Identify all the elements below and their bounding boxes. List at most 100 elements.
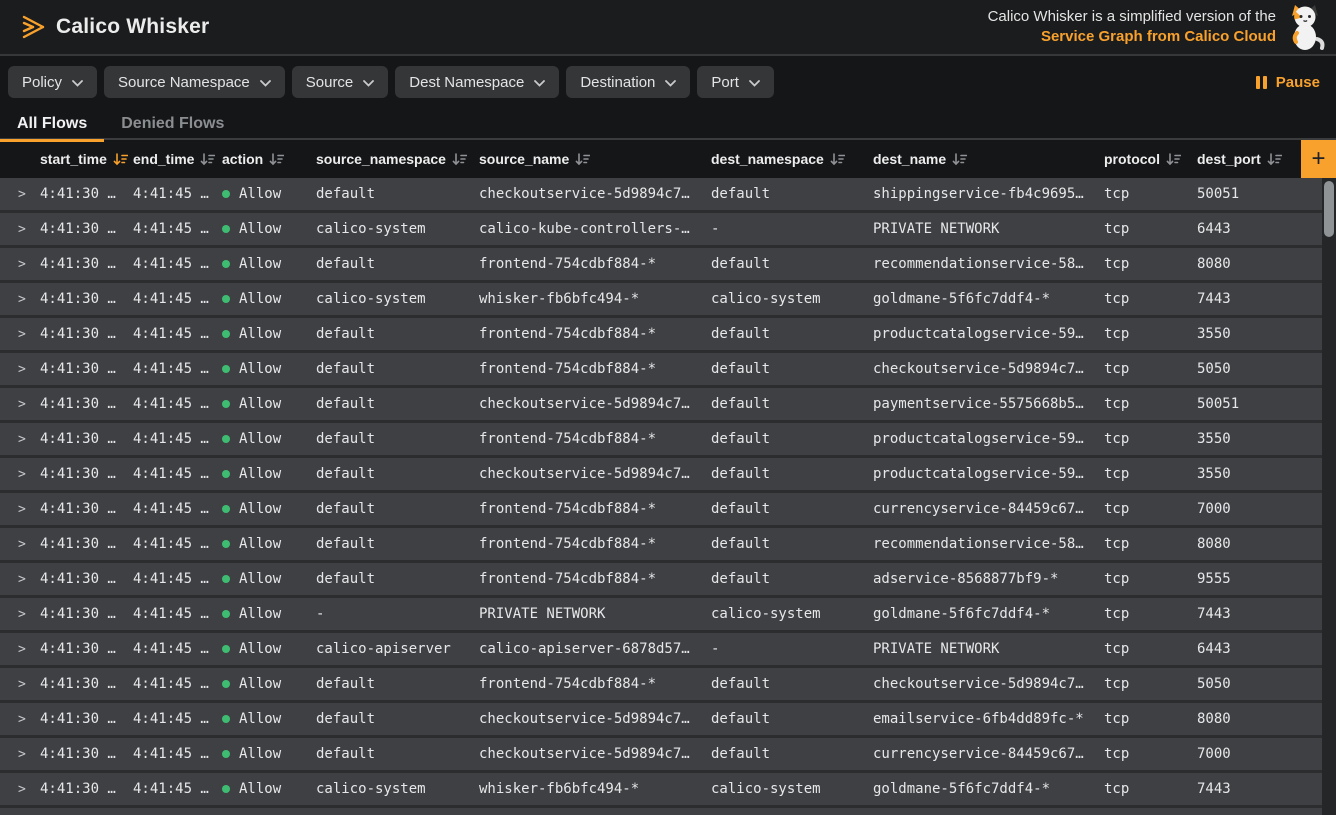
- cell-start-time: 4:41:30 …: [40, 326, 133, 342]
- cell-source-namespace: default: [316, 186, 479, 202]
- vertical-scrollbar[interactable]: [1322, 178, 1336, 815]
- flow-row[interactable]: > 4:41:30 … 4:41:45 … Allow - PRIVATE NE…: [0, 598, 1322, 633]
- row-expand-chevron[interactable]: >: [18, 782, 26, 797]
- flow-row[interactable]: > 4:41:30 … 4:41:45 … Allow calico-apise…: [0, 633, 1322, 668]
- flow-row[interactable]: > 4:41:30 … 4:41:45 … Allow calico-syste…: [0, 213, 1322, 248]
- flow-row[interactable]: > 4:41:30 … 4:41:45 … Allow default fron…: [0, 668, 1322, 703]
- row-expand-chevron[interactable]: >: [18, 502, 26, 517]
- flow-row[interactable]: > 4:41:30 … 4:41:45 … Allow default fron…: [0, 248, 1322, 283]
- column-header[interactable]: end_time: [133, 151, 222, 167]
- column-header[interactable]: dest_name: [873, 151, 1104, 167]
- row-expand-chevron[interactable]: >: [18, 292, 26, 307]
- filter-button-label: Dest Namespace: [409, 74, 524, 91]
- column-header[interactable]: action: [222, 151, 316, 167]
- column-header[interactable]: dest_port: [1197, 151, 1301, 167]
- brand: Calico Whisker: [20, 12, 209, 42]
- service-graph-link[interactable]: Service Graph from Calico Cloud: [1041, 27, 1276, 47]
- cell-expander: >: [0, 466, 40, 482]
- flow-row[interactable]: > 4:41:30 … 4:41:45 … Allow calico-syste…: [0, 283, 1322, 318]
- flow-row[interactable]: > 4:41:30 … 4:41:45 … Allow default fron…: [0, 528, 1322, 563]
- cell-source-namespace: calico-system: [316, 221, 479, 237]
- cell-source-name: checkoutservice-5d9894c7…: [479, 396, 711, 412]
- column-header[interactable]: source_namespace: [316, 151, 479, 167]
- cell-protocol: tcp: [1104, 291, 1197, 307]
- cell-action: Allow: [222, 221, 316, 237]
- cell-source-name: frontend-754cdbf884-*: [479, 501, 711, 517]
- row-expand-chevron[interactable]: >: [18, 397, 26, 412]
- filter-button-label: Port: [711, 74, 739, 91]
- app-header: Calico Whisker Calico Whisker is a simpl…: [0, 0, 1336, 56]
- row-expand-chevron[interactable]: >: [18, 327, 26, 342]
- flow-row[interactable]: > 4:41:30 … 4:41:45 … Allow default chec…: [0, 458, 1322, 493]
- row-expand-chevron[interactable]: >: [18, 362, 26, 377]
- row-expand-chevron[interactable]: >: [18, 642, 26, 657]
- cell-dest-name: checkoutservice-5d9894c7…: [873, 676, 1104, 692]
- scrollbar-thumb[interactable]: [1324, 181, 1334, 237]
- column-header[interactable]: dest_namespace: [711, 151, 873, 167]
- sort-icon: [1166, 153, 1181, 166]
- cell-dest-namespace: -: [711, 221, 873, 237]
- cell-end-time: 4:41:45 …: [133, 711, 222, 727]
- row-expand-chevron[interactable]: >: [18, 677, 26, 692]
- cell-source-namespace: default: [316, 256, 479, 272]
- row-expand-chevron[interactable]: >: [18, 537, 26, 552]
- row-expand-chevron[interactable]: >: [18, 467, 26, 482]
- flows-tab[interactable]: Denied Flows: [104, 108, 241, 140]
- filter-button[interactable]: Source Namespace: [104, 66, 285, 98]
- cell-dest-namespace: default: [711, 536, 873, 552]
- row-expand-chevron[interactable]: >: [18, 607, 26, 622]
- cell-source-namespace: default: [316, 431, 479, 447]
- add-column-button[interactable]: +: [1301, 140, 1336, 178]
- action-label: Allow: [239, 501, 281, 517]
- flow-row[interactable]: > 4:41:30 … 4:41:45 … Allow default fron…: [0, 423, 1322, 458]
- cell-source-namespace: calico-system: [316, 291, 479, 307]
- filter-button[interactable]: Dest Namespace: [395, 66, 559, 98]
- cell-action: Allow: [222, 466, 316, 482]
- cell-dest-name: paymentservice-5575668b5…: [873, 396, 1104, 412]
- sort-icon: [1267, 153, 1282, 166]
- column-header[interactable]: protocol: [1104, 151, 1197, 167]
- tab-label: Denied Flows: [121, 115, 224, 132]
- allow-status-dot: [222, 225, 230, 233]
- flow-row[interactable]: > 4:41:30 … 4:41:45 … Allow default chec…: [0, 703, 1322, 738]
- chevron-down-icon: [72, 80, 83, 87]
- row-expand-chevron[interactable]: >: [18, 747, 26, 762]
- cell-protocol: tcp: [1104, 711, 1197, 727]
- cell-source-namespace: default: [316, 571, 479, 587]
- flow-row[interactable]: > 4:41:30 … 4:41:45 … Allow default chec…: [0, 178, 1322, 213]
- cell-expander: >: [0, 361, 40, 377]
- flow-row[interactable]: > 4:41:30 … 4:41:45 … Allow default fron…: [0, 353, 1322, 388]
- cell-protocol: tcp: [1104, 501, 1197, 517]
- sort-icon: [269, 153, 284, 166]
- filter-button[interactable]: Destination: [566, 66, 690, 98]
- cell-source-name: calico-kube-controllers-…: [479, 221, 711, 237]
- flow-row[interactable]: > 4:41:30 … 4:41:45 … Allow default fron…: [0, 493, 1322, 528]
- row-expand-chevron[interactable]: >: [18, 432, 26, 447]
- cell-start-time: 4:41:30 …: [40, 711, 133, 727]
- filter-button[interactable]: Policy: [8, 66, 97, 98]
- column-header[interactable]: start_time: [40, 151, 133, 167]
- flow-row[interactable]: > 4:41:30 … 4:41:45 … Allow default fron…: [0, 318, 1322, 353]
- row-expand-chevron[interactable]: >: [18, 222, 26, 237]
- flow-row[interactable]: > 4:41:30 … 4:41:45 … Allow default chec…: [0, 738, 1322, 773]
- cell-start-time: 4:41:30 …: [40, 466, 133, 482]
- flows-tab[interactable]: All Flows: [0, 108, 104, 140]
- flow-row[interactable]: > 4:41:30 … 4:41:45 … Allow calico-syste…: [0, 773, 1322, 808]
- cell-protocol: tcp: [1104, 431, 1197, 447]
- cell-end-time: 4:41:45 …: [133, 466, 222, 482]
- filter-button[interactable]: Port: [697, 66, 774, 98]
- flow-row[interactable]: > 4:41:30 … 4:41:45 … Allow default fron…: [0, 563, 1322, 598]
- cell-expander: >: [0, 746, 40, 762]
- cell-protocol: tcp: [1104, 781, 1197, 797]
- cell-dest-port: 8080: [1197, 536, 1322, 552]
- pause-button[interactable]: Pause: [1256, 74, 1320, 91]
- row-expand-chevron[interactable]: >: [18, 572, 26, 587]
- row-expand-chevron[interactable]: >: [18, 712, 26, 727]
- filter-button[interactable]: Source: [292, 66, 389, 98]
- row-expand-chevron[interactable]: >: [18, 257, 26, 272]
- flow-row[interactable]: > 4:41:30 … 4:41:45 … Allow default chec…: [0, 388, 1322, 423]
- row-expand-chevron[interactable]: >: [18, 187, 26, 202]
- action-label: Allow: [239, 186, 281, 202]
- column-header[interactable]: source_name: [479, 151, 711, 167]
- allow-status-dot: [222, 785, 230, 793]
